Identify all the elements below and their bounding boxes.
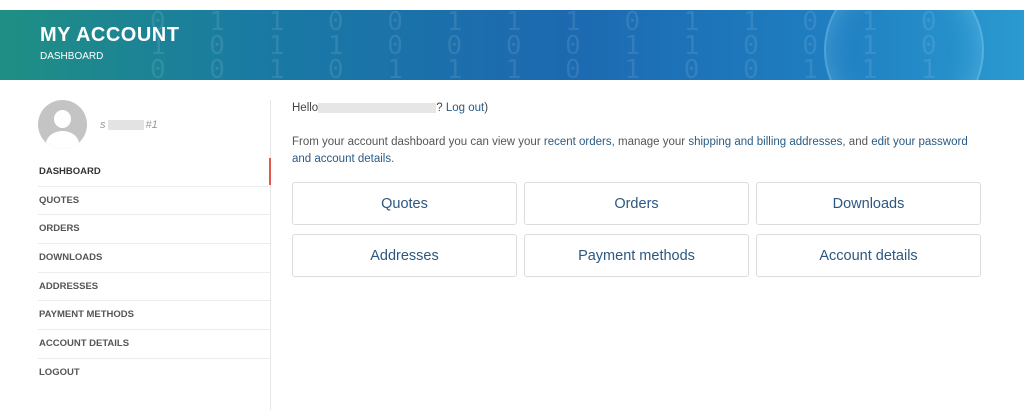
sidebar-item-downloads[interactable]: DOWNLOADS bbox=[38, 244, 270, 273]
dashboard-intro: From your account dashboard you can view… bbox=[292, 134, 972, 168]
greeting: Hello? Log out) bbox=[292, 100, 982, 116]
sidebar-item-payment-methods[interactable]: PAYMENT METHODS bbox=[38, 301, 270, 331]
active-item-indicator bbox=[269, 158, 271, 185]
page-title: MY ACCOUNT bbox=[40, 24, 180, 46]
page-subtitle: DASHBOARD bbox=[40, 51, 104, 62]
intro-text-1: From your account dashboard you can view… bbox=[292, 136, 544, 148]
payment-methods-tile[interactable]: Payment methods bbox=[524, 234, 749, 277]
greeting-prefix: Hello bbox=[292, 102, 319, 114]
intro-text-3: , and bbox=[842, 136, 872, 148]
greeting-suffix: ? bbox=[436, 102, 446, 114]
username: s #1 bbox=[100, 119, 158, 131]
sidebar-item-quotes[interactable]: QUOTES bbox=[38, 187, 270, 216]
account-navigation: DASHBOARD QUOTES ORDERS DOWNLOADS ADDRES… bbox=[38, 158, 270, 388]
username-suffix: #1 bbox=[145, 119, 158, 131]
avatar bbox=[38, 100, 87, 149]
avatar-body-shape bbox=[46, 131, 79, 149]
logout-link[interactable]: Log out bbox=[446, 102, 484, 114]
page-banner: 0 1 1 0 0 1 1 1 0 1 1 0 1 0 1 0 1 1 0 0 … bbox=[0, 10, 1024, 80]
redacted-username bbox=[107, 120, 144, 131]
sidebar-item-account-details[interactable]: ACCOUNT DETAILS bbox=[38, 330, 270, 359]
sidebar-item-orders[interactable]: ORDERS bbox=[38, 215, 270, 245]
downloads-tile[interactable]: Downloads bbox=[756, 182, 981, 225]
addresses-link[interactable]: shipping and billing addresses bbox=[688, 136, 842, 148]
sidebar-divider bbox=[270, 100, 271, 410]
binary-background-pattern: 0 1 1 0 0 1 1 1 0 1 1 0 1 0 1 0 1 1 0 0 … bbox=[150, 10, 951, 80]
account-sidebar: s #1 DASHBOARD QUOTES ORDERS DOWNLOADS AD… bbox=[38, 100, 271, 410]
intro-text-2: , manage your bbox=[611, 136, 689, 148]
redacted-name bbox=[318, 102, 437, 113]
account-details-tile[interactable]: Account details bbox=[756, 234, 981, 277]
recent-orders-link[interactable]: recent orders bbox=[544, 136, 612, 148]
dashboard-content: Hello? Log out) From your account dashbo… bbox=[292, 100, 982, 277]
avatar-head-shape bbox=[54, 110, 71, 128]
addresses-tile[interactable]: Addresses bbox=[292, 234, 517, 277]
sidebar-item-logout[interactable]: LOGOUT bbox=[38, 359, 270, 388]
greeting-close: ) bbox=[484, 102, 489, 114]
sidebar-item-addresses[interactable]: ADDRESSES bbox=[38, 273, 270, 302]
intro-text-4: . bbox=[391, 153, 395, 165]
orders-tile[interactable]: Orders bbox=[524, 182, 749, 225]
quotes-tile[interactable]: Quotes bbox=[292, 182, 517, 225]
banner-glow-decoration bbox=[824, 10, 984, 80]
sidebar-item-dashboard[interactable]: DASHBOARD bbox=[38, 158, 270, 187]
